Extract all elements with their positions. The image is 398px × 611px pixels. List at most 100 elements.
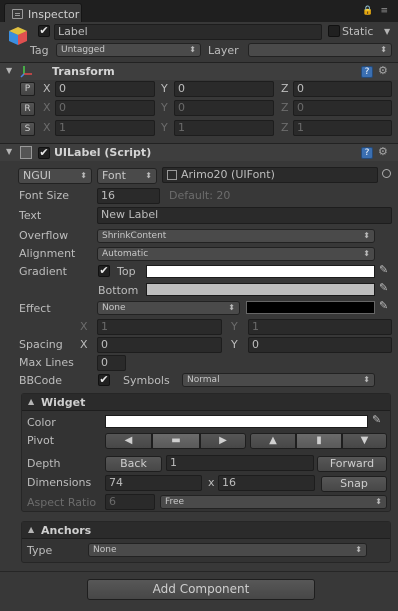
static-checkbox[interactable] [328,25,340,37]
color-label: Color [27,416,56,429]
uilabel-header[interactable]: ▼ ✔ UILabel (Script) ? ⚙ [0,143,398,161]
effect-y-label: Y [231,320,238,333]
help-icon[interactable]: ? [361,147,373,159]
axis-x-label: X [43,82,51,95]
position-y-field[interactable]: 0 [174,81,274,97]
foldout-icon[interactable]: ▲ [28,525,34,534]
reset-rotation-button[interactable]: R [20,102,35,116]
rotation-z-field[interactable]: 0 [293,100,392,116]
layer-dropdown[interactable] [248,43,392,57]
spacing-y-label: Y [231,338,238,351]
symbols-dropdown[interactable]: Normal [182,373,375,387]
depth-forward-button[interactable]: Forward [317,456,387,472]
overflow-dropdown[interactable]: ShrinkContent [97,229,375,243]
axis-y-label: Y [161,101,168,114]
transform-icon [20,64,34,81]
gear-icon[interactable]: ⚙ [378,64,388,77]
eyedropper-icon[interactable]: ✎ [379,281,388,294]
height-field[interactable]: 16 [218,475,315,491]
depth-back-button[interactable]: Back [105,456,162,472]
width-field[interactable]: 74 [105,475,202,491]
font-size-label: Font Size [19,189,70,202]
script-icon [20,146,32,159]
foldout-icon[interactable]: ▲ [28,397,34,406]
aspect-ratio-field[interactable]: 6 [105,494,155,510]
anchors-header[interactable]: ▲ Anchors [22,522,390,539]
font-size-default: Default: 20 [169,189,231,202]
gradient-label: Gradient [19,265,67,278]
scale-y-field[interactable]: 1 [174,120,274,136]
position-z-field[interactable]: 0 [293,81,392,97]
font-object-value: Arimo20 (UIFont) [181,168,275,181]
font-size-field[interactable]: 16 [97,188,160,204]
gradient-bottom-label: Bottom [98,284,139,297]
transform-header[interactable]: ▼ Transform ? ⚙ [0,62,398,80]
effect-y-field[interactable]: 1 [248,319,392,335]
component-enabled-checkbox[interactable]: ✔ [38,147,50,159]
alignment-dropdown[interactable]: Automatic [97,247,375,261]
pivot-left-button[interactable]: ◀ [105,433,152,449]
rotation-y-field[interactable]: 0 [174,100,274,116]
object-name-field[interactable]: Label [54,24,322,40]
effect-color[interactable] [246,301,375,314]
foldout-icon[interactable]: ▼ [6,147,12,156]
dimensions-separator: x [208,476,215,489]
pivot-top-button[interactable]: ▲ [250,433,296,449]
foldout-icon[interactable]: ▼ [6,66,12,75]
eyedropper-icon[interactable]: ✎ [372,413,381,426]
eyedropper-icon[interactable]: ✎ [379,263,388,276]
widget-header[interactable]: ▲ Widget [22,394,390,411]
pivot-middle-button[interactable]: ▮ [296,433,342,449]
inspector-icon [12,9,23,19]
help-icon[interactable]: ? [361,66,373,78]
position-x-field[interactable]: 0 [55,81,155,97]
snap-button[interactable]: Snap [321,476,387,492]
axis-z-label: Z [281,101,289,114]
widget-title: Widget [41,396,86,409]
anchor-type-dropdown[interactable]: None [88,543,367,557]
pivot-right-button[interactable]: ▶ [200,433,246,449]
effect-x-field[interactable]: 1 [97,319,222,335]
tab-inspector[interactable]: Inspector [4,3,82,22]
font-object-field[interactable]: Arimo20 (UIFont) [162,167,378,183]
aspect-ratio-label: Aspect Ratio [27,496,97,509]
window-options-icon[interactable]: 🔒 ≡ [362,6,390,16]
text-label: Text [19,209,42,222]
max-lines-label: Max Lines [19,356,74,369]
rotation-x-field[interactable]: 0 [55,100,155,116]
aspect-mode-dropdown[interactable]: Free [160,495,387,509]
symbols-label: Symbols [123,374,170,387]
gear-icon[interactable]: ⚙ [378,145,388,158]
scale-z-field[interactable]: 1 [293,120,392,136]
effect-dropdown[interactable]: None [97,301,240,315]
reset-scale-button[interactable]: S [20,122,35,136]
reset-position-button[interactable]: P [20,82,35,96]
static-dropdown-icon[interactable]: ▼ [384,27,390,36]
object-picker-icon[interactable] [382,169,391,178]
font-type-dropdown[interactable]: NGUI [18,168,92,184]
bbcode-checkbox[interactable]: ✔ [98,374,110,386]
depth-field[interactable]: 1 [166,455,314,471]
gradient-checkbox[interactable]: ✔ [98,265,110,277]
tag-dropdown[interactable]: Untagged [56,43,201,57]
pivot-bottom-button[interactable]: ▼ [342,433,387,449]
eyedropper-icon[interactable]: ✎ [379,299,388,312]
pivot-center-button[interactable]: ▬ [152,433,200,449]
max-lines-field[interactable]: 0 [97,355,126,371]
gradient-top-color[interactable] [146,265,375,278]
spacing-y-field[interactable]: 0 [248,337,392,353]
tab-bar: Inspector 🔒 ≡ [0,0,398,22]
tag-label: Tag [30,44,49,57]
widget-color[interactable] [105,415,368,428]
font-kind-dropdown[interactable]: Font [97,168,157,184]
pivot-label: Pivot [27,434,55,447]
active-checkbox[interactable]: ✔ [38,25,50,37]
spacing-label: Spacing [19,338,63,351]
depth-label: Depth [27,457,61,470]
gradient-bottom-color[interactable] [146,283,375,296]
text-field[interactable]: New Label [97,207,392,224]
spacing-x-field[interactable]: 0 [97,337,222,353]
scale-x-field[interactable]: 1 [55,120,155,136]
add-component-button[interactable]: Add Component [87,579,315,600]
anchors-title: Anchors [41,524,92,537]
